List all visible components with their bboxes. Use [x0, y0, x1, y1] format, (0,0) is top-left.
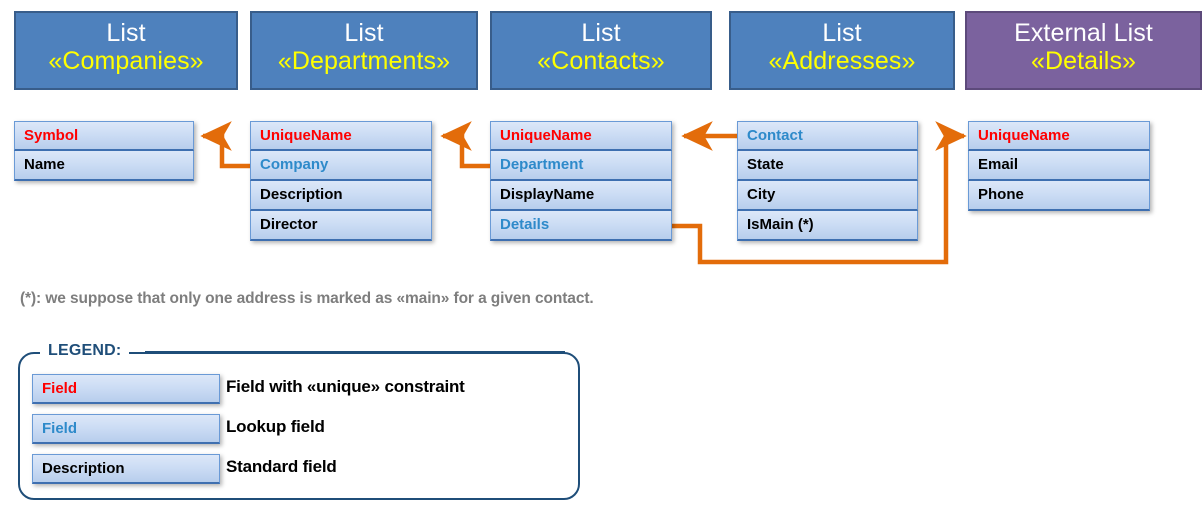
legend-title: LEGEND:: [40, 342, 130, 360]
field-displayname[interactable]: DisplayName: [490, 181, 672, 211]
field-contact[interactable]: Contact: [737, 121, 918, 151]
fieldbox-companies: Symbol Name: [14, 121, 194, 181]
field-company[interactable]: Company: [250, 151, 432, 181]
field-state[interactable]: State: [737, 151, 918, 181]
field-name[interactable]: Name: [14, 151, 194, 181]
list-header-details[interactable]: External List «Details»: [965, 11, 1202, 90]
legend-desc-standard: Standard field: [226, 457, 337, 476]
field-symbol[interactable]: Symbol: [14, 121, 194, 151]
list-header-kind: External List: [1014, 19, 1153, 47]
field-ismain[interactable]: IsMain (*): [737, 211, 918, 241]
field-city[interactable]: City: [737, 181, 918, 211]
list-header-kind: List: [344, 19, 384, 47]
list-header-stereotype: «Addresses»: [768, 47, 916, 75]
list-header-departments[interactable]: List «Departments»: [250, 11, 478, 90]
legend-desc-lookup: Lookup field: [226, 417, 325, 436]
list-header-kind: List: [581, 19, 621, 47]
list-header-kind: List: [106, 19, 146, 47]
list-header-kind: List: [822, 19, 862, 47]
fieldbox-addresses: Contact State City IsMain (*): [737, 121, 918, 241]
legend-chip-standard: Description: [32, 454, 220, 484]
field-email[interactable]: Email: [968, 151, 1150, 181]
field-uniquename[interactable]: UniqueName: [250, 121, 432, 151]
list-header-stereotype: «Contacts»: [537, 47, 665, 75]
list-header-stereotype: «Details»: [1030, 47, 1137, 75]
fieldbox-departments: UniqueName Company Description Director: [250, 121, 432, 241]
diagram-canvas: List «Companies» List «Departments» List…: [0, 0, 1202, 516]
list-header-addresses[interactable]: List «Addresses»: [729, 11, 955, 90]
footnote-text: (*): we suppose that only one address is…: [20, 290, 594, 307]
field-uniquename[interactable]: UniqueName: [490, 121, 672, 151]
fieldbox-contacts: UniqueName Department DisplayName Detail…: [490, 121, 672, 241]
field-phone[interactable]: Phone: [968, 181, 1150, 211]
field-description[interactable]: Description: [250, 181, 432, 211]
list-header-companies[interactable]: List «Companies»: [14, 11, 238, 90]
connector-departments-company-to-companies-symbol: [200, 121, 250, 169]
field-details[interactable]: Details: [490, 211, 672, 241]
field-department[interactable]: Department: [490, 151, 672, 181]
list-header-contacts[interactable]: List «Contacts»: [490, 11, 712, 90]
legend-chip-lookup: Field: [32, 414, 220, 444]
legend-title-rule: [145, 351, 565, 353]
legend-desc-unique: Field with «unique» constraint: [226, 377, 465, 396]
fieldbox-details: UniqueName Email Phone: [968, 121, 1150, 211]
list-header-stereotype: «Companies»: [48, 47, 204, 75]
field-director[interactable]: Director: [250, 211, 432, 241]
field-uniquename[interactable]: UniqueName: [968, 121, 1150, 151]
connector-contacts-department-to-departments-uniquename: [440, 121, 490, 169]
legend-chip-unique: Field: [32, 374, 220, 404]
list-header-stereotype: «Departments»: [277, 47, 451, 75]
